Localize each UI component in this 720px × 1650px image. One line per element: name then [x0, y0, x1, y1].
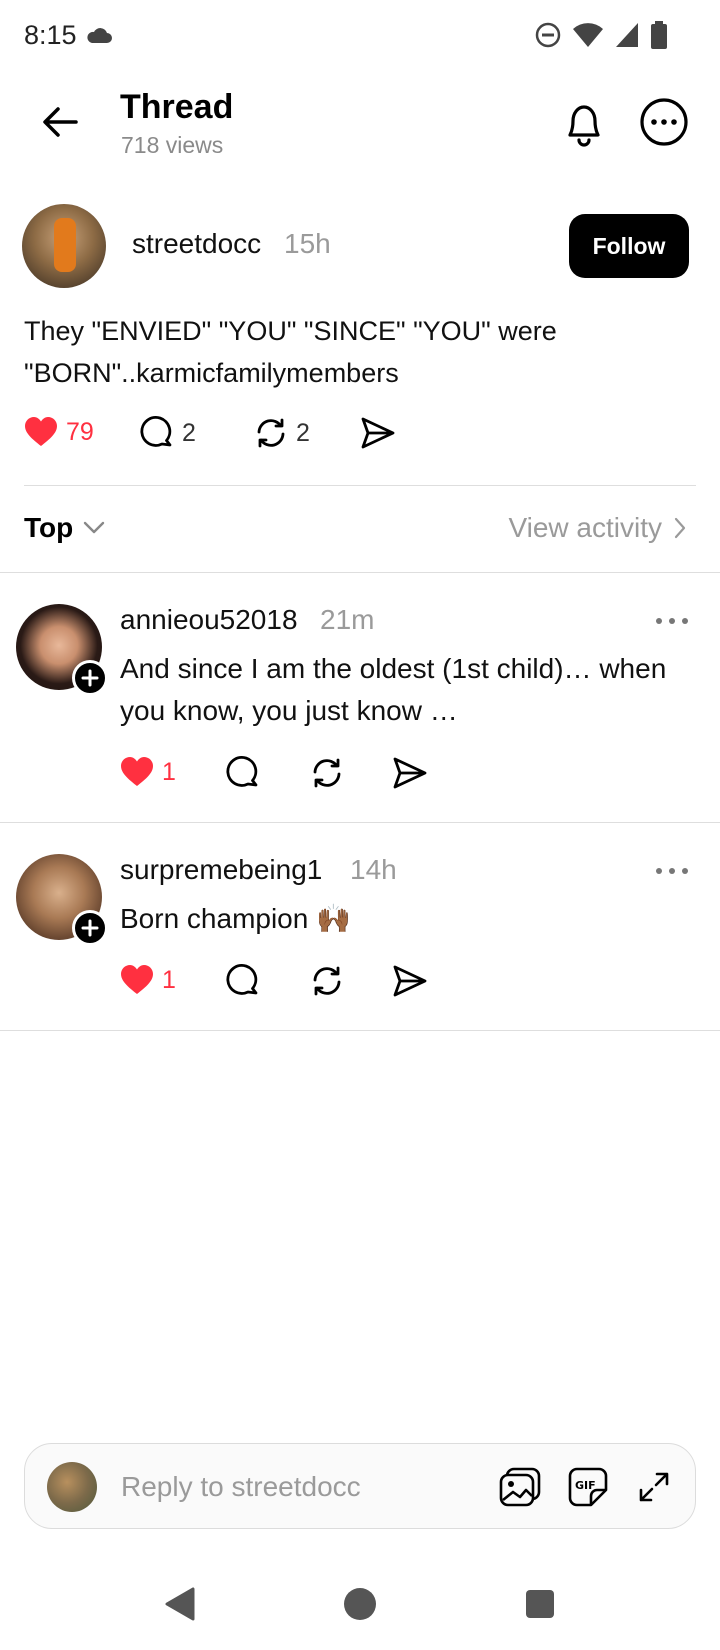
chevron-right-icon	[674, 517, 686, 539]
more-dots-icon	[656, 618, 688, 624]
like-count: 1	[162, 757, 176, 786]
circle-home-icon	[344, 1588, 376, 1620]
repost-button[interactable]: 2	[254, 416, 310, 450]
follow-plus-button[interactable]	[72, 660, 108, 696]
svg-text:GIF: GIF	[575, 1479, 596, 1492]
comment-count: 2	[182, 418, 196, 447]
repost-icon	[313, 758, 341, 788]
heart-filled-icon	[121, 965, 153, 994]
reply-username[interactable]: annieou52018	[120, 604, 298, 636]
view-activity-label: View activity	[508, 512, 662, 543]
thread-header: Thread 718 views	[0, 80, 720, 172]
wifi-icon	[573, 23, 603, 47]
system-nav-bar	[0, 1560, 720, 1650]
nav-home-button[interactable]	[338, 1582, 382, 1626]
signal-icon	[616, 23, 638, 47]
share-button[interactable]	[392, 756, 428, 790]
attach-image-button[interactable]	[497, 1464, 543, 1510]
divider	[0, 1030, 720, 1031]
reply-timestamp: 14h	[350, 854, 397, 885]
more-options-button[interactable]	[638, 96, 690, 148]
send-icon	[393, 965, 427, 997]
battery-icon	[651, 21, 667, 49]
reply-username[interactable]: surpremebeing1	[120, 854, 322, 886]
plus-icon	[81, 919, 99, 937]
avatar	[47, 1462, 97, 1512]
do-not-disturb-icon	[535, 22, 561, 48]
arrow-left-icon	[43, 107, 78, 137]
reply-actions: 1	[120, 964, 440, 1004]
reply-more-button[interactable]	[652, 606, 692, 636]
reply-actions: 1	[120, 756, 440, 796]
reply-input[interactable]: Reply to streetdocc	[121, 1471, 361, 1503]
heart-filled-icon	[121, 757, 153, 786]
like-button[interactable]: 79	[24, 416, 94, 448]
repost-count: 2	[296, 418, 310, 447]
send-icon	[361, 417, 395, 449]
image-icon	[499, 1467, 541, 1507]
page-title: Thread	[120, 88, 234, 126]
like-count: 79	[66, 417, 94, 446]
divider	[0, 572, 720, 573]
repost-button[interactable]	[310, 756, 344, 790]
back-button[interactable]	[36, 98, 84, 146]
sort-label: Top	[24, 512, 74, 543]
post-username[interactable]: streetdocc	[132, 228, 261, 260]
more-dots-icon	[656, 868, 688, 874]
cloud-icon	[87, 28, 112, 43]
expand-button[interactable]	[631, 1464, 677, 1510]
reply-composer[interactable]: Reply to streetdocc GIF	[24, 1443, 696, 1529]
avatar[interactable]	[22, 204, 106, 288]
comment-button[interactable]	[226, 964, 260, 998]
status-time: 8:15	[24, 20, 77, 50]
view-activity-link[interactable]: View activity	[508, 512, 686, 544]
follow-button[interactable]: Follow	[569, 214, 689, 278]
nav-recents-button[interactable]	[518, 1582, 562, 1626]
comment-icon	[140, 416, 172, 447]
square-recents-icon	[526, 1590, 554, 1618]
post-text: They "ENVIED" "YOU" "SINCE" "YOU" were "…	[24, 316, 557, 388]
view-count: 718 views	[121, 132, 224, 158]
comment-icon	[226, 756, 258, 787]
sort-dropdown[interactable]: Top	[24, 512, 105, 544]
repost-icon	[257, 418, 285, 448]
more-circle-icon	[640, 98, 688, 146]
status-icons	[534, 20, 668, 50]
repost-icon	[313, 966, 341, 996]
divider	[24, 485, 696, 486]
bell-icon	[568, 105, 600, 147]
comment-icon	[226, 964, 258, 995]
like-button[interactable]: 1	[120, 964, 176, 996]
gif-button[interactable]: GIF	[565, 1464, 611, 1510]
chevron-down-icon	[84, 521, 105, 534]
expand-icon	[639, 1472, 669, 1502]
sort-row: Top View activity	[0, 500, 720, 572]
plus-icon	[81, 669, 99, 687]
post-actions: 79 2 2	[24, 416, 684, 456]
follow-plus-button[interactable]	[72, 910, 108, 946]
nav-back-button[interactable]	[158, 1582, 202, 1626]
send-icon	[393, 757, 427, 789]
notifications-button[interactable]	[558, 98, 610, 150]
reply-timestamp: 21m	[320, 604, 375, 635]
like-count: 1	[162, 965, 176, 994]
comment-button[interactable]	[226, 756, 260, 790]
triangle-back-icon	[165, 1587, 195, 1621]
status-bar: 8:15	[0, 0, 720, 72]
reply-text: Born champion 🙌🏾	[120, 903, 351, 934]
heart-filled-icon	[25, 417, 57, 446]
share-button[interactable]	[392, 964, 428, 998]
gif-icon: GIF	[568, 1467, 608, 1507]
like-button[interactable]: 1	[120, 756, 176, 788]
divider	[0, 822, 720, 823]
share-button[interactable]	[360, 416, 396, 450]
repost-button[interactable]	[310, 964, 344, 998]
reply-more-button[interactable]	[652, 856, 692, 886]
comment-button[interactable]: 2	[140, 416, 196, 450]
post-timestamp: 15h	[284, 228, 331, 259]
reply-text: And since I am the oldest (1st child)… w…	[120, 653, 667, 726]
